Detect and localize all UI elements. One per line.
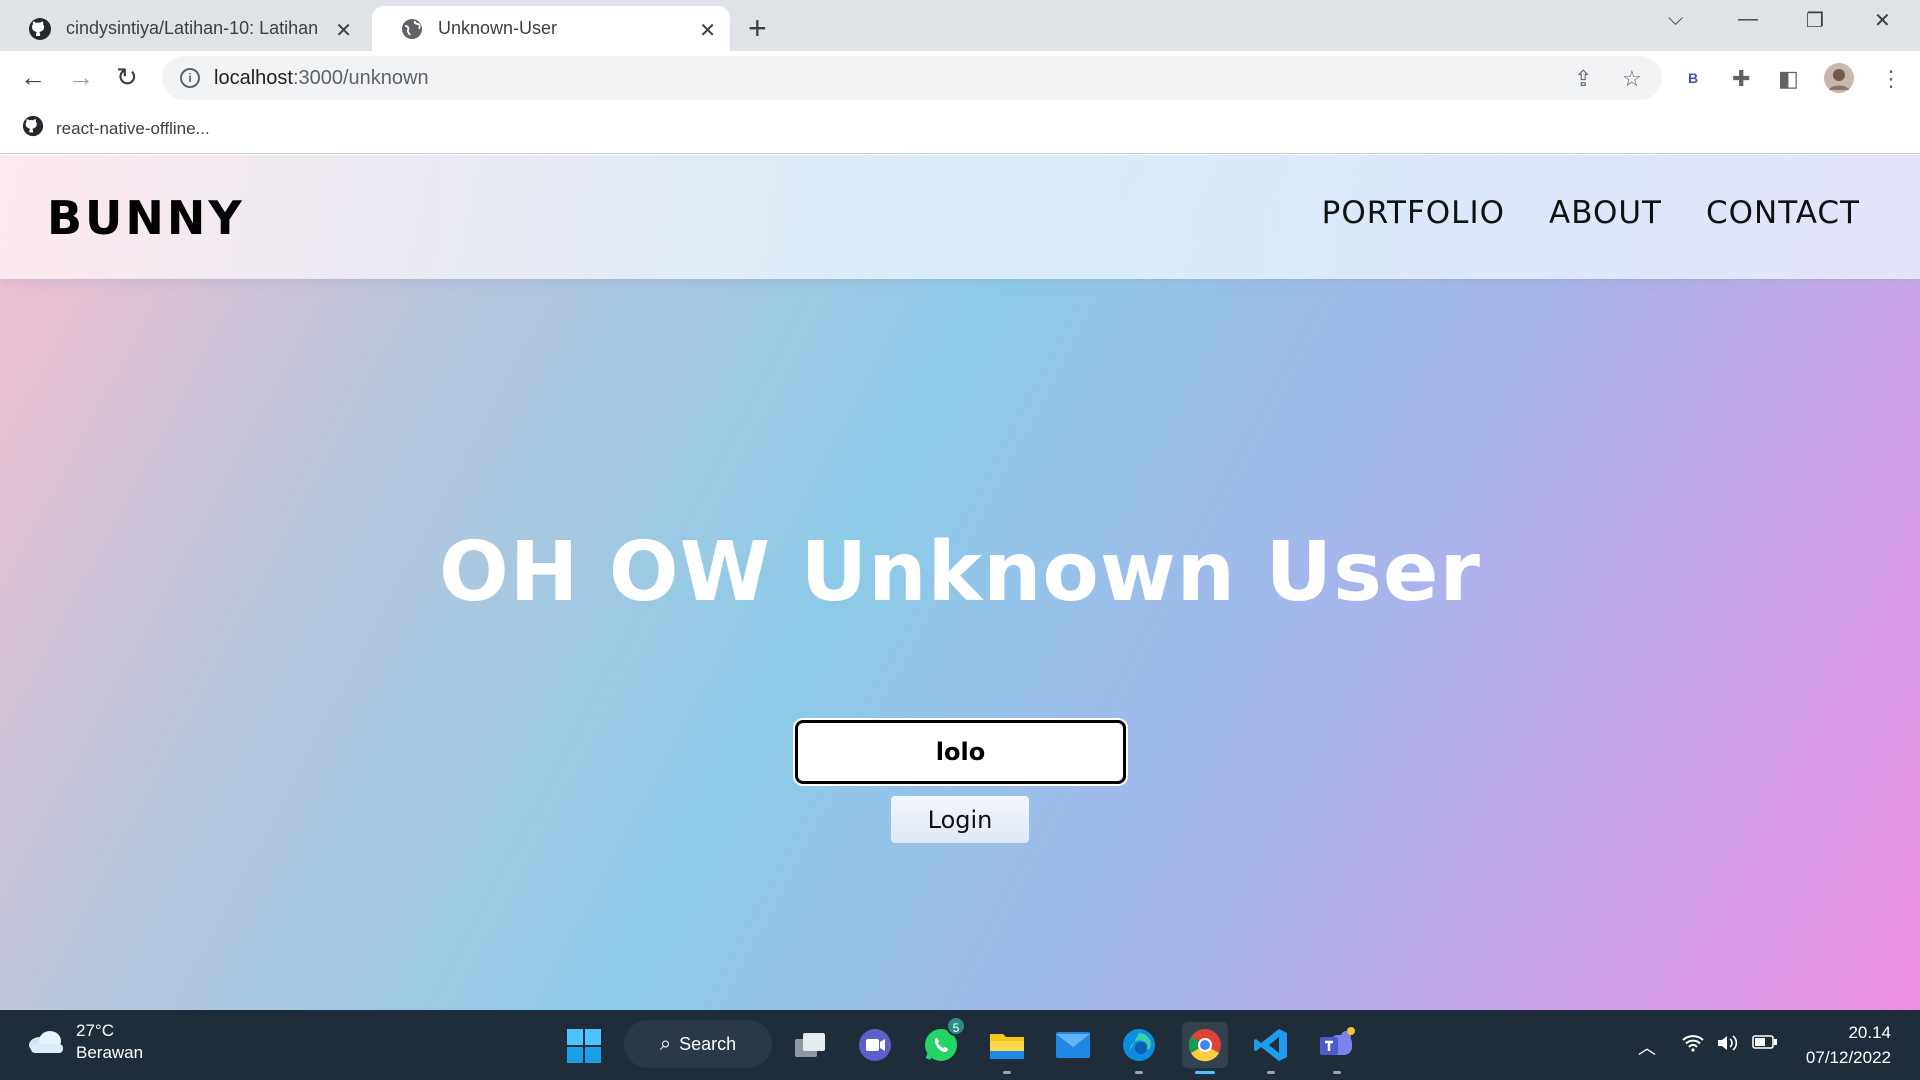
login-button[interactable]: Login	[891, 796, 1029, 843]
bookmark-item[interactable]: react-native-offline...	[22, 115, 210, 142]
close-window-icon[interactable]: ✕	[1874, 8, 1891, 33]
running-indicator	[1003, 1071, 1011, 1074]
task-view-icon[interactable]	[787, 1022, 833, 1068]
tab-github[interactable]: cindysintiya/Latihan-10: Latihan I ✕	[0, 6, 366, 51]
page-title: OH OW Unknown User	[439, 525, 1481, 620]
reload-icon[interactable]: ↻	[116, 62, 138, 93]
close-icon[interactable]: ✕	[335, 18, 352, 43]
site-nav: PORTFOLIO ABOUT CONTACT	[1322, 195, 1860, 231]
bookmark-label: react-native-offline...	[56, 118, 210, 138]
weather-desc: Berawan	[76, 1043, 144, 1062]
file-explorer-icon[interactable]	[984, 1022, 1030, 1074]
menu-kebab-icon[interactable]: ⋮	[1880, 66, 1902, 92]
running-indicator	[1267, 1071, 1275, 1074]
url-text[interactable]: localhost:3000/unknown	[214, 67, 429, 90]
github-icon	[28, 17, 52, 41]
avatar[interactable]	[1824, 63, 1854, 99]
clock-date: 07/12/2022	[1805, 1048, 1891, 1067]
nav-portfolio[interactable]: PORTFOLIO	[1322, 195, 1505, 231]
running-indicator	[1333, 1071, 1341, 1074]
system-clock[interactable]: 20.14 07/12/2022	[1806, 1020, 1891, 1070]
clock-time: 20.14	[1848, 1023, 1891, 1042]
tab-title: cindysintiya/Latihan-10: Latihan I	[66, 18, 322, 38]
volume-icon[interactable]	[1716, 1034, 1738, 1057]
taskbar: 27°C Berawan ⌕ Search 5 ︿ 20.14 07/12/20…	[0, 1010, 1920, 1080]
battery-icon[interactable]	[1752, 1034, 1778, 1055]
star-icon[interactable]: ☆	[1622, 66, 1642, 92]
forward-icon[interactable]: →	[68, 62, 94, 93]
teams-icon[interactable]	[1314, 1022, 1360, 1074]
chevron-down-icon[interactable]: ⌵	[1668, 8, 1683, 31]
puzzle-icon[interactable]: ✚	[1732, 66, 1750, 92]
running-indicator	[1195, 1071, 1215, 1074]
nav-about[interactable]: ABOUT	[1549, 195, 1662, 231]
tab-unknown-user[interactable]: Unknown-User ✕	[372, 6, 730, 51]
side-panel-icon[interactable]: ◧	[1778, 66, 1799, 92]
site-header: BUNNY PORTFOLIO ABOUT CONTACT	[0, 155, 1920, 279]
info-icon[interactable]: i	[180, 68, 200, 88]
tab-title: Unknown-User	[438, 18, 558, 38]
weather-temp: 27°C	[76, 1021, 114, 1040]
search-icon: ⌕	[659, 1032, 672, 1055]
brand-logo[interactable]: BUNNY	[47, 191, 245, 245]
mail-icon[interactable]	[1050, 1022, 1096, 1068]
whatsapp-icon[interactable]: 5	[918, 1016, 966, 1068]
new-tab-icon[interactable]: +	[748, 10, 767, 47]
wifi-icon[interactable]	[1682, 1034, 1704, 1057]
restore-icon[interactable]: ❐	[1806, 8, 1824, 33]
search-label: Search	[679, 1033, 737, 1054]
chrome-icon[interactable]	[1182, 1022, 1228, 1074]
globe-icon	[400, 17, 424, 41]
bookmarks-bar: react-native-offline...	[0, 104, 1920, 154]
page-viewport: BUNNY PORTFOLIO ABOUT CONTACT OH OW Unkn…	[0, 155, 1920, 1010]
edge-icon[interactable]	[1116, 1022, 1162, 1074]
close-icon[interactable]: ✕	[699, 18, 716, 43]
share-icon[interactable]: ⇪	[1574, 66, 1592, 92]
tab-strip: cindysintiya/Latihan-10: Latihan I ✕ Unk…	[0, 0, 1920, 51]
extension-b-icon[interactable]: B	[1688, 70, 1698, 86]
minimize-icon[interactable]: —	[1738, 8, 1758, 31]
running-indicator	[1135, 1071, 1143, 1074]
address-bar[interactable]: i localhost:3000/unknown ⇪ ☆	[162, 56, 1662, 100]
username-input[interactable]	[795, 720, 1126, 784]
github-icon	[22, 115, 44, 142]
windows-start-icon[interactable]	[566, 1028, 602, 1069]
taskbar-search[interactable]: ⌕ Search	[624, 1020, 772, 1068]
nav-contact[interactable]: CONTACT	[1706, 195, 1860, 231]
notification-badge: 5	[946, 1016, 966, 1036]
vscode-icon[interactable]	[1248, 1022, 1294, 1074]
cloud-icon	[29, 1031, 63, 1053]
chevron-up-icon[interactable]: ︿	[1638, 1034, 1656, 1060]
meet-icon[interactable]	[852, 1022, 898, 1068]
browser-toolbar: ← → ↻ i localhost:3000/unknown ⇪ ☆ B ✚ ◧…	[0, 51, 1920, 104]
weather-widget[interactable]: 27°C Berawan	[26, 1020, 143, 1064]
back-icon[interactable]: ←	[20, 62, 46, 93]
